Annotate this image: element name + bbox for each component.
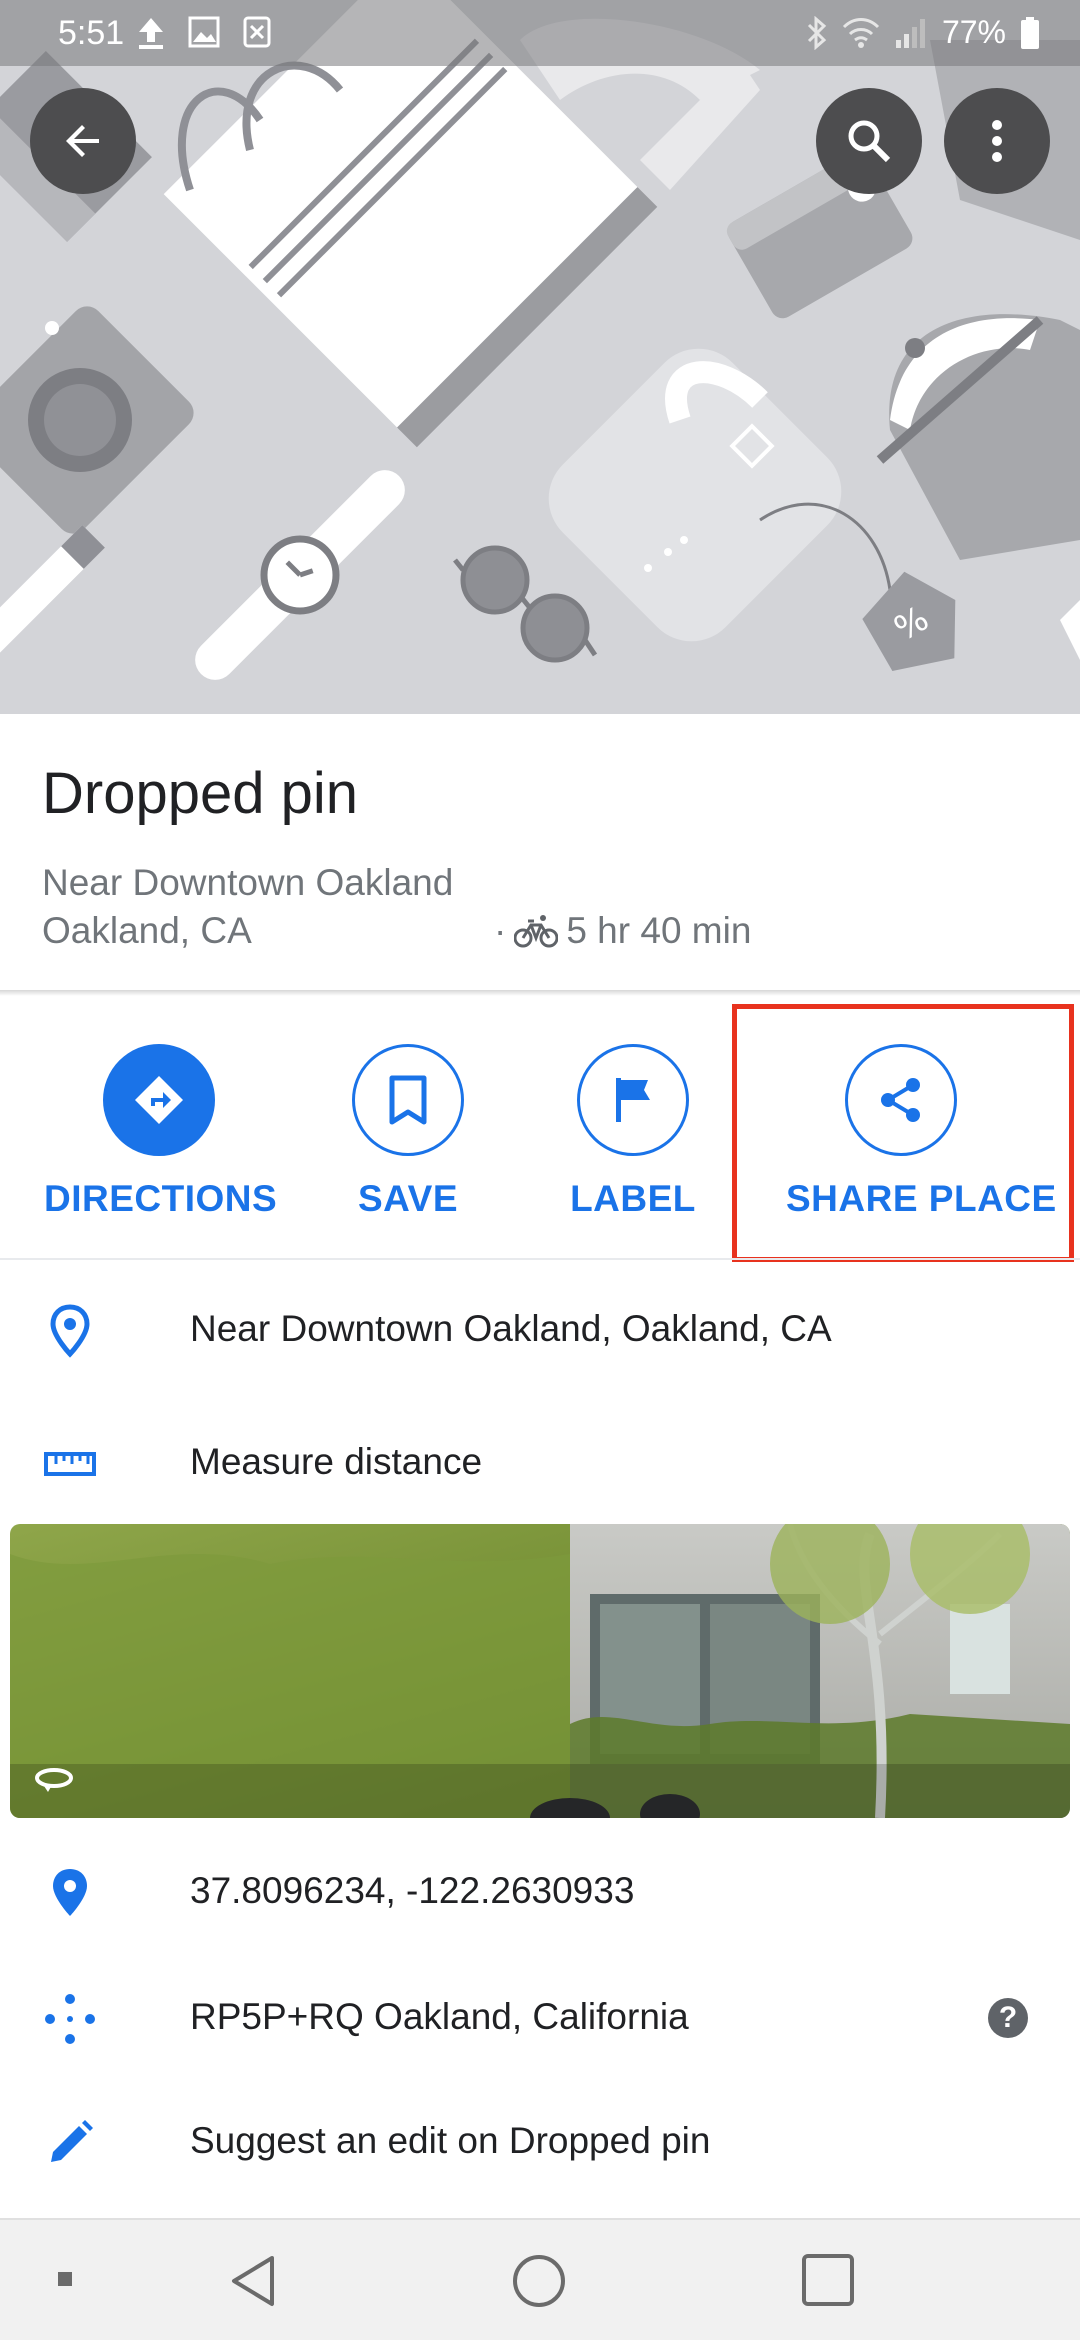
battery-percent: 77%: [941, 14, 1006, 50]
signal-icon: [895, 18, 925, 48]
actions-divider: [0, 1258, 1080, 1260]
measure-distance-text: Measure distance: [190, 1441, 483, 1482]
place-area: Near Downtown Oakland: [42, 862, 454, 903]
status-bar: 5:51 77%: [0, 0, 1080, 66]
plus-code-icon: [45, 1994, 95, 2044]
directions-icon: [135, 1076, 183, 1124]
directions-label: DIRECTIONS: [44, 1178, 278, 1219]
address-row[interactable]: Near Downtown Oakland, Oakland, CA: [0, 1280, 1080, 1380]
location-outline-icon: [50, 1304, 90, 1358]
save-button[interactable]: SAVE: [293, 1044, 523, 1220]
more-vert-icon: [992, 120, 1002, 162]
place-title: Dropped pin: [42, 761, 358, 826]
label-label: LABEL: [570, 1178, 696, 1219]
ruler-icon: [44, 1452, 96, 1476]
suggest-edit-text: Suggest an edit on Dropped pin: [190, 2120, 711, 2161]
notification-icons: [136, 16, 272, 50]
recents-dot-icon[interactable]: [56, 2270, 74, 2288]
measure-distance-row[interactable]: Measure distance: [0, 1413, 1080, 1513]
bicycle-icon: [514, 915, 559, 948]
measure-icon-wrap: [40, 1439, 100, 1489]
directions-button[interactable]: DIRECTIONS: [44, 1044, 278, 1220]
plus-code-row[interactable]: RP5P+RQ Oakland, California ?: [0, 1968, 1080, 2068]
travel-time-info: · 5 hr 40 min: [494, 910, 751, 952]
help-icon[interactable]: ?: [988, 1998, 1028, 2038]
upload-icon: [139, 18, 163, 49]
coordinates-icon-wrap: [40, 1868, 100, 1918]
suggest-edit-icon-wrap: [40, 2118, 100, 2168]
address-icon-wrap: [40, 1304, 100, 1358]
header-illustration: % 5:51 77%: [0, 0, 1080, 714]
more-options-button[interactable]: [944, 88, 1050, 194]
bookmark-icon: [389, 1075, 427, 1125]
arrow-back-icon: [66, 125, 99, 157]
bluetooth-icon: [807, 15, 827, 50]
shopping-illustration: %: [0, 0, 1080, 680]
close-box-icon: [243, 16, 271, 48]
travel-time: 5 hr 40 min: [566, 910, 752, 951]
plus-code-text: RP5P+RQ Oakland, California: [190, 1996, 689, 2037]
street-view-photo[interactable]: [10, 1524, 1070, 1818]
battery-icon: [1021, 16, 1039, 49]
location-pin-icon: [53, 1869, 87, 1916]
save-label: SAVE: [357, 1178, 458, 1219]
nav-back-icon[interactable]: [226, 2252, 280, 2310]
place-city: Oakland, CA: [42, 910, 252, 951]
rotate-360-icon: [35, 1768, 73, 1792]
wifi-icon: [842, 17, 880, 48]
header-divider: [0, 990, 1080, 996]
label-circle: [577, 1044, 689, 1156]
share-place-highlight: [732, 1004, 1074, 1262]
nav-home-icon[interactable]: [510, 2252, 568, 2310]
status-time: 5:51: [58, 14, 125, 52]
street-view-image: [10, 1524, 1070, 1818]
search-icon: [848, 120, 891, 163]
label-button[interactable]: LABEL: [518, 1044, 748, 1220]
back-button[interactable]: [30, 88, 136, 194]
suggest-edit-row[interactable]: Suggest an edit on Dropped pin: [0, 2092, 1080, 2192]
nav-overview-icon[interactable]: [800, 2252, 856, 2308]
flag-icon: [616, 1078, 650, 1122]
system-navigation-bar: [0, 2218, 1080, 2340]
image-icon: [188, 16, 220, 48]
save-circle: [352, 1044, 464, 1156]
address-text: Near Downtown Oakland, Oakland, CA: [190, 1308, 832, 1349]
pencil-icon: [51, 2120, 93, 2162]
directions-circle: [103, 1044, 215, 1156]
system-icons: 77%: [806, 14, 1040, 51]
search-button[interactable]: [816, 88, 922, 194]
plus-code-icon-wrap: [40, 1994, 100, 2044]
coordinates-row[interactable]: 37.8096234, -122.2630933: [0, 1842, 1080, 1942]
coordinates-text: 37.8096234, -122.2630933: [190, 1870, 635, 1911]
separator-dot: ·: [494, 910, 507, 951]
